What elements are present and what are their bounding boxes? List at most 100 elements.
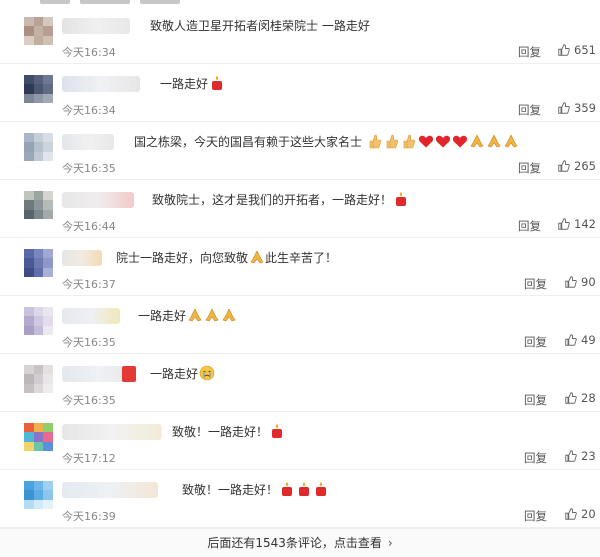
like-button[interactable]: 90 bbox=[565, 275, 596, 289]
pray-emoji bbox=[487, 134, 501, 148]
username-blurred[interactable] bbox=[62, 308, 120, 324]
like-button[interactable]: 142 bbox=[558, 217, 596, 231]
thumbs-up-icon bbox=[565, 508, 577, 520]
like-button[interactable]: 23 bbox=[565, 449, 596, 463]
reply-button[interactable]: 回复 bbox=[524, 276, 547, 292]
comment-text: 院士一路走好，向您致敬 此生辛苦了！ bbox=[116, 250, 338, 265]
username-blurred[interactable] bbox=[62, 192, 134, 208]
avatar[interactable] bbox=[24, 75, 53, 103]
like-button[interactable]: 20 bbox=[565, 507, 596, 521]
username-blurred[interactable] bbox=[62, 250, 102, 266]
like-button[interactable]: 28 bbox=[565, 391, 596, 405]
thumbs-up-icon bbox=[565, 392, 577, 404]
cry-emoji bbox=[199, 365, 215, 381]
like-count: 359 bbox=[574, 101, 596, 115]
chevron-right-icon: › bbox=[387, 536, 393, 550]
like-count: 142 bbox=[574, 217, 596, 231]
comment-time: 今天16:35 bbox=[62, 394, 116, 407]
username-blurred[interactable] bbox=[62, 424, 162, 440]
like-button[interactable]: 359 bbox=[558, 101, 596, 115]
reply-button[interactable]: 回复 bbox=[518, 102, 541, 118]
reply-button[interactable]: 回复 bbox=[518, 218, 541, 234]
avatar[interactable] bbox=[24, 423, 53, 451]
like-count: 20 bbox=[581, 507, 596, 521]
like-count: 90 bbox=[581, 275, 596, 289]
pray-emoji bbox=[222, 308, 236, 322]
reply-button[interactable]: 回复 bbox=[524, 392, 547, 408]
candle-emoji bbox=[316, 482, 327, 496]
reply-button[interactable]: 回复 bbox=[524, 508, 547, 524]
avatar[interactable] bbox=[24, 133, 53, 161]
comment-text: 致敬！一路走好！ bbox=[182, 481, 329, 499]
avatar[interactable] bbox=[24, 365, 53, 393]
thumbs-up-icon bbox=[558, 44, 570, 56]
more-comments-label: 后面还有1543条评论，点击查看 bbox=[207, 536, 382, 550]
pray-emoji bbox=[188, 308, 202, 322]
pray-emoji bbox=[250, 250, 264, 264]
like-button[interactable]: 651 bbox=[558, 43, 596, 57]
avatar[interactable] bbox=[24, 191, 53, 219]
username-blurred[interactable] bbox=[62, 134, 114, 150]
comment-item: 一路走好 今天16:35 回复 49 bbox=[0, 296, 600, 354]
comment-item: 致敬！一路走好！ 今天17:12 回复 23 bbox=[0, 412, 600, 470]
candle-emoji bbox=[272, 424, 283, 438]
comment-time: 今天16:34 bbox=[62, 104, 116, 117]
comment-item: 致敬！一路走好！ 今天16:39 回复 20 bbox=[0, 470, 600, 528]
comment-text: 一路走好 bbox=[138, 307, 237, 325]
thumbs-up-icon bbox=[565, 276, 577, 288]
comment-text: 一路走好 bbox=[150, 365, 215, 383]
thumbs-up-icon bbox=[558, 102, 570, 114]
avatar[interactable] bbox=[24, 481, 53, 509]
candle-emoji bbox=[299, 482, 310, 496]
comment-item: 致敬人造卫星开拓者闵桂荣院士 一路走好 今天16:34 回复 651 bbox=[0, 6, 600, 64]
comment-time: 今天16:44 bbox=[62, 220, 116, 233]
comment-text: 致敬院士，这才是我们的开拓者，一路走好！ bbox=[152, 191, 409, 209]
like-button[interactable]: 265 bbox=[558, 159, 596, 173]
avatar[interactable] bbox=[24, 307, 53, 335]
thumb-emoji bbox=[369, 134, 381, 149]
comment-text: 国之栋梁，今天的国昌有赖于这些大家名士 bbox=[134, 133, 519, 151]
reply-button[interactable]: 回复 bbox=[524, 450, 547, 466]
thumb-emoji bbox=[386, 134, 398, 149]
comment-time: 今天16:37 bbox=[62, 278, 116, 291]
pray-emoji bbox=[504, 134, 518, 148]
comment-text: 致敬人造卫星开拓者闵桂荣院士 一路走好 bbox=[150, 19, 370, 33]
like-button[interactable]: 49 bbox=[565, 333, 596, 347]
thumb-emoji bbox=[403, 134, 415, 149]
reply-button[interactable]: 回复 bbox=[524, 334, 547, 350]
heart-emoji bbox=[452, 135, 467, 148]
thumbs-up-icon bbox=[558, 218, 570, 230]
like-count: 28 bbox=[581, 391, 596, 405]
candle-emoji bbox=[212, 76, 223, 90]
comment-time: 今天16:35 bbox=[62, 162, 116, 175]
comment-time: 今天17:12 bbox=[62, 452, 116, 465]
like-count: 23 bbox=[581, 449, 596, 463]
thumbs-up-icon bbox=[565, 334, 577, 346]
thumbs-up-icon bbox=[558, 160, 570, 172]
reply-button[interactable]: 回复 bbox=[518, 160, 541, 176]
vip-badge bbox=[122, 366, 136, 382]
comment-item: 国之栋梁，今天的国昌有赖于这些大家名士 今天16:35 回复 265 bbox=[0, 122, 600, 180]
candle-emoji bbox=[396, 192, 407, 206]
comment-item: 院士一路走好，向您致敬 此生辛苦了！ 今天16:37 回复 90 bbox=[0, 238, 600, 296]
thumbs-up-icon bbox=[565, 450, 577, 462]
comment-text: 一路走好 bbox=[160, 75, 225, 93]
comment-time: 今天16:35 bbox=[62, 336, 116, 349]
heart-emoji bbox=[435, 135, 450, 148]
avatar[interactable] bbox=[24, 17, 53, 45]
reply-button[interactable]: 回复 bbox=[518, 44, 541, 60]
username-blurred[interactable] bbox=[62, 76, 140, 92]
candle-emoji bbox=[282, 482, 293, 496]
comment-time: 今天16:34 bbox=[62, 46, 116, 59]
like-count: 651 bbox=[574, 43, 596, 57]
like-count: 49 bbox=[581, 333, 596, 347]
username-blurred[interactable] bbox=[62, 482, 158, 498]
comment-item: 一路走好 今天16:34 回复 359 bbox=[0, 64, 600, 122]
comment-item: 一路走好 今天16:35 回复 28 bbox=[0, 354, 600, 412]
comment-text: 致敬！一路走好！ bbox=[172, 423, 285, 441]
avatar[interactable] bbox=[24, 249, 53, 277]
more-comments-link[interactable]: 后面还有1543条评论，点击查看 › bbox=[0, 528, 600, 557]
pray-emoji bbox=[205, 308, 219, 322]
username-blurred[interactable] bbox=[62, 18, 130, 34]
comment-time: 今天16:39 bbox=[62, 510, 116, 523]
